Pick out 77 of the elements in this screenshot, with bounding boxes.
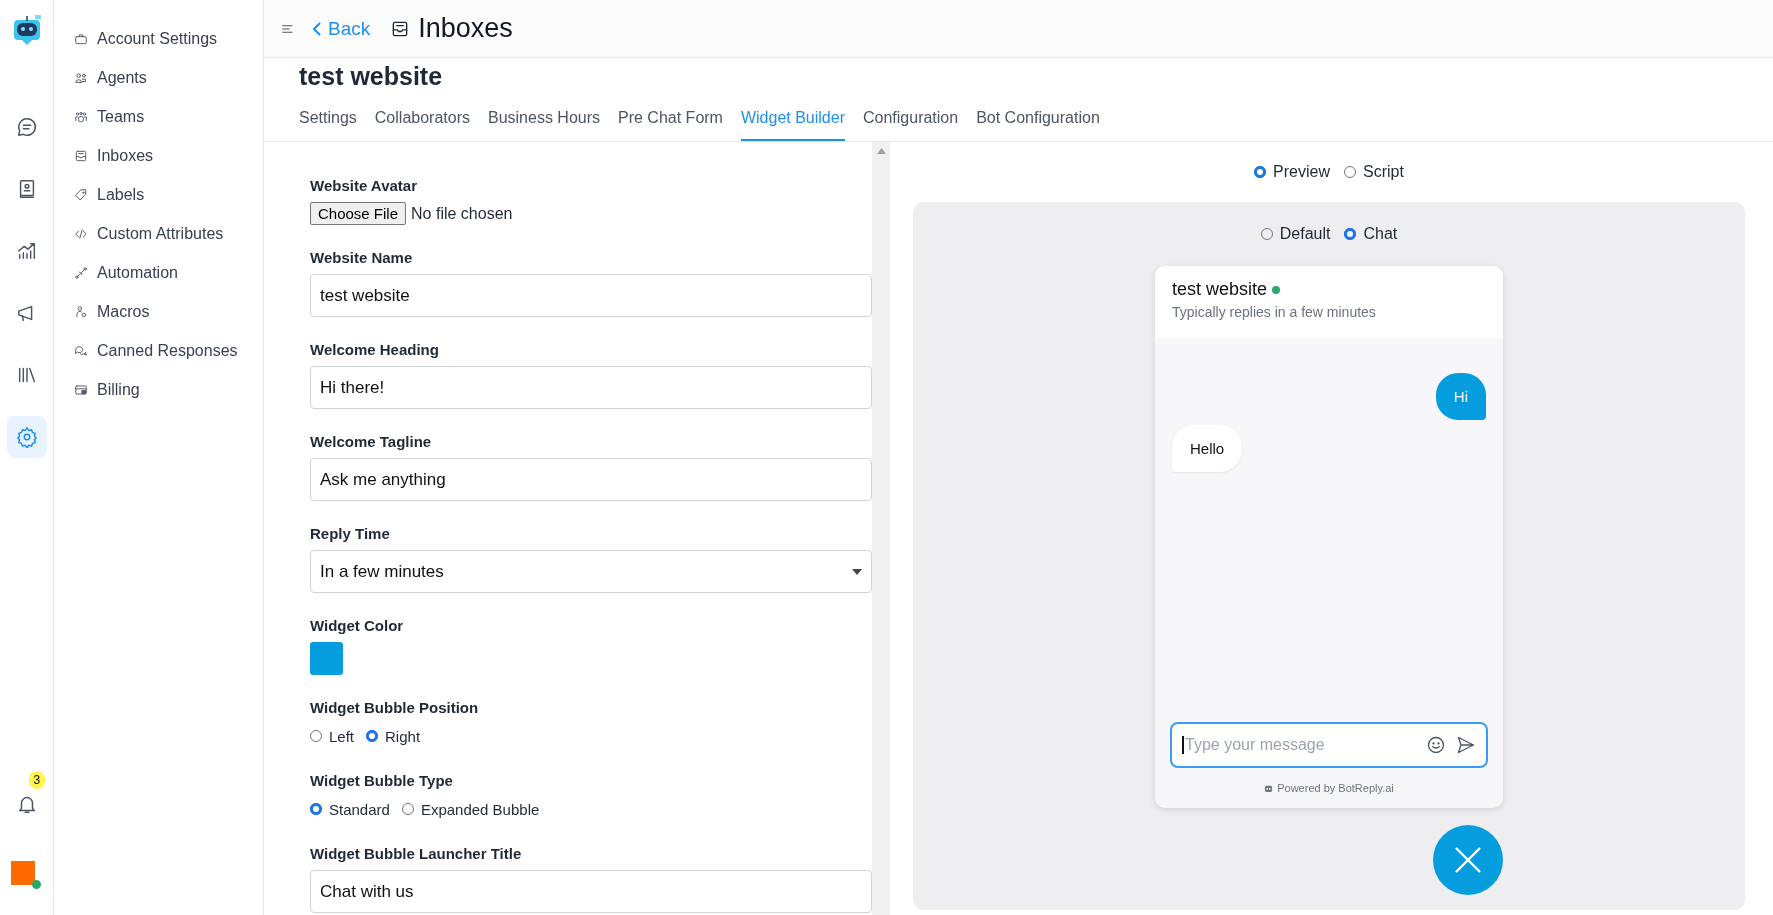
field-label: Reply Time xyxy=(310,524,391,544)
chat-bubbles-icon xyxy=(74,343,88,358)
chevron-left-icon xyxy=(312,20,322,37)
text-field[interactable]: Hi there! xyxy=(310,366,872,409)
nav-button[interactable] xyxy=(6,416,47,458)
sidebar-item[interactable]: Labels xyxy=(54,175,263,214)
tab[interactable]: Bot Configuration xyxy=(976,97,1100,141)
sidebar-item[interactable]: Teams xyxy=(54,97,263,136)
radio-button[interactable] xyxy=(366,730,379,742)
robot-icon xyxy=(1264,783,1274,793)
people-icon xyxy=(74,70,88,85)
sidebar-item[interactable]: Account Settings xyxy=(54,19,263,58)
radio-label: Chat xyxy=(1363,225,1398,243)
emoji-icon xyxy=(1426,735,1446,755)
powered-by-text: Powered by BotReply.ai xyxy=(1277,782,1394,794)
text-field[interactable]: Chat with us xyxy=(310,870,872,913)
radio-label: Standard xyxy=(329,800,390,818)
scrollbar[interactable] xyxy=(872,142,890,915)
scroll-up-arrow-icon[interactable] xyxy=(876,148,886,154)
macro-icon xyxy=(74,304,88,319)
team-icon xyxy=(74,109,88,124)
settings-icon xyxy=(15,426,38,448)
field-label: Welcome Heading xyxy=(310,340,440,360)
text-field[interactable]: Ask me anything xyxy=(310,458,872,501)
robot-logo-icon xyxy=(11,14,42,46)
user-message-bubble: Hi xyxy=(1435,373,1486,420)
field-label: Widget Bubble Launcher Title xyxy=(310,844,523,864)
tab[interactable]: Business Hours xyxy=(487,97,600,141)
text-field[interactable]: test website xyxy=(310,274,872,317)
widget-subtitle: Typically replies in a few minutes xyxy=(1172,304,1377,320)
page-header-title: Inboxes xyxy=(418,13,513,44)
sidebar-item[interactable]: Inboxes xyxy=(54,136,263,175)
radio-button[interactable] xyxy=(1254,166,1267,178)
sidebar-item[interactable]: Macros xyxy=(54,292,263,331)
sidebar-item[interactable]: Custom Attributes xyxy=(54,214,263,253)
radio-label: Expanded Bubble xyxy=(420,800,540,818)
radio-button[interactable] xyxy=(310,803,322,815)
field-label: Welcome Tagline xyxy=(310,432,433,452)
radio-label: Script xyxy=(1363,163,1404,181)
field-label: Website Avatar xyxy=(310,176,418,196)
wallet-icon xyxy=(74,382,88,397)
inbox-name-title: test website xyxy=(298,61,444,92)
chat-bubble-icon xyxy=(15,116,38,138)
choose-file-button[interactable]: Choose File xyxy=(310,202,407,225)
file-status: No file chosen xyxy=(411,204,513,223)
sidebar-item[interactable]: Canned Responses xyxy=(54,331,263,370)
radio-label: Default xyxy=(1279,225,1331,243)
field-label: Widget Bubble Type xyxy=(310,771,454,791)
code-icon xyxy=(74,226,88,241)
chart-icon xyxy=(15,240,38,262)
field-label: Widget Color xyxy=(310,616,405,636)
sidebar-item[interactable]: Billing xyxy=(54,370,263,409)
tab[interactable]: Configuration xyxy=(863,97,959,141)
widget-title: test website xyxy=(1172,279,1268,300)
bot-message-bubble: Hello xyxy=(1172,425,1243,472)
sidebar-item[interactable]: Automation xyxy=(54,253,263,292)
radio-label: Right xyxy=(385,727,421,745)
tab[interactable]: Collaborators xyxy=(374,97,470,141)
send-icon xyxy=(1456,735,1476,755)
tag-icon xyxy=(74,187,88,202)
account-avatar[interactable] xyxy=(10,861,35,885)
radio-label: Left xyxy=(329,727,355,745)
field-label: Widget Bubble Position xyxy=(310,698,480,718)
radio-label: Preview xyxy=(1273,163,1330,181)
briefcase-icon xyxy=(74,31,88,46)
automation-icon xyxy=(74,265,88,280)
notification-count: 3 xyxy=(28,771,46,789)
dropdown-caret-icon xyxy=(852,568,862,575)
select-field[interactable]: In a few minutes xyxy=(310,550,872,593)
color-swatch[interactable] xyxy=(310,642,343,675)
close-icon xyxy=(1454,846,1482,874)
inbox-icon xyxy=(74,148,88,163)
field-label: Website Name xyxy=(310,248,414,268)
tab[interactable]: Pre Chat Form xyxy=(618,97,723,141)
tab[interactable]: Settings xyxy=(299,97,357,141)
radio-button[interactable] xyxy=(1344,228,1357,240)
sidebar-item[interactable]: Agents xyxy=(54,58,263,97)
